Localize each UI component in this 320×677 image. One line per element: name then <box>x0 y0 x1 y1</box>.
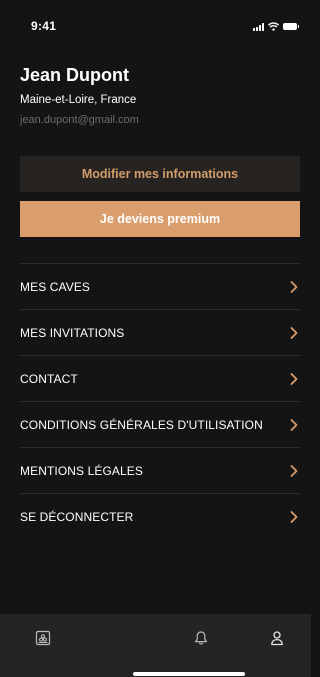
chevron-right-icon <box>290 464 298 477</box>
bottom-tab-bar <box>0 614 311 677</box>
menu-item-label: MES INVITATIONS <box>20 325 125 340</box>
status-bar: 9:41 <box>0 0 311 44</box>
menu-item-mentions-legales[interactable]: MENTIONS LÉGALES <box>20 447 300 493</box>
menu-item-label: MENTIONS LÉGALES <box>20 463 143 478</box>
tab-notifications[interactable] <box>190 627 212 649</box>
menu-item-label: SE DÉCONNECTER <box>20 509 134 524</box>
edit-profile-button[interactable]: Modifier mes informations <box>20 156 300 192</box>
chevron-right-icon <box>290 510 298 523</box>
settings-menu: MES CAVES MES INVITATIONS CONTACT CONDIT… <box>20 263 300 539</box>
status-icons <box>253 21 299 31</box>
signal-icon <box>253 23 264 31</box>
profile-screen: 9:41 Jean Dupont Maine-et-Loire, France … <box>0 0 311 677</box>
chevron-right-icon <box>290 372 298 385</box>
chevron-right-icon <box>290 326 298 339</box>
menu-item-label: CONDITIONS GÉNÉRALES D'UTILISATION <box>20 417 263 432</box>
premium-button[interactable]: Je deviens premium <box>20 201 300 237</box>
tab-profile[interactable] <box>266 627 288 649</box>
menu-item-label: MES CAVES <box>20 279 91 294</box>
menu-item-conditions[interactable]: CONDITIONS GÉNÉRALES D'UTILISATION <box>20 401 300 447</box>
wine-cellar-icon <box>35 630 51 646</box>
profile-name: Jean Dupont <box>20 65 130 85</box>
home-indicator[interactable] <box>133 672 245 676</box>
user-icon <box>271 631 283 646</box>
bell-icon <box>195 631 207 645</box>
profile-email: jean.dupont@gmail.com <box>20 114 139 126</box>
menu-item-label: CONTACT <box>20 371 78 386</box>
chevron-right-icon <box>290 280 298 293</box>
tab-caves[interactable] <box>32 627 54 649</box>
battery-icon <box>283 23 299 30</box>
menu-item-mes-caves[interactable]: MES CAVES <box>20 263 300 309</box>
menu-item-contact[interactable]: CONTACT <box>20 355 300 401</box>
chevron-right-icon <box>290 418 298 431</box>
menu-item-se-deconnecter[interactable]: SE DÉCONNECTER <box>20 493 300 539</box>
wifi-icon <box>268 22 279 31</box>
profile-header: Jean Dupont Maine-et-Loire, France jean.… <box>20 64 139 127</box>
menu-item-mes-invitations[interactable]: MES INVITATIONS <box>20 309 300 355</box>
status-time: 9:41 <box>31 19 57 33</box>
profile-location: Maine-et-Loire, France <box>20 94 137 106</box>
